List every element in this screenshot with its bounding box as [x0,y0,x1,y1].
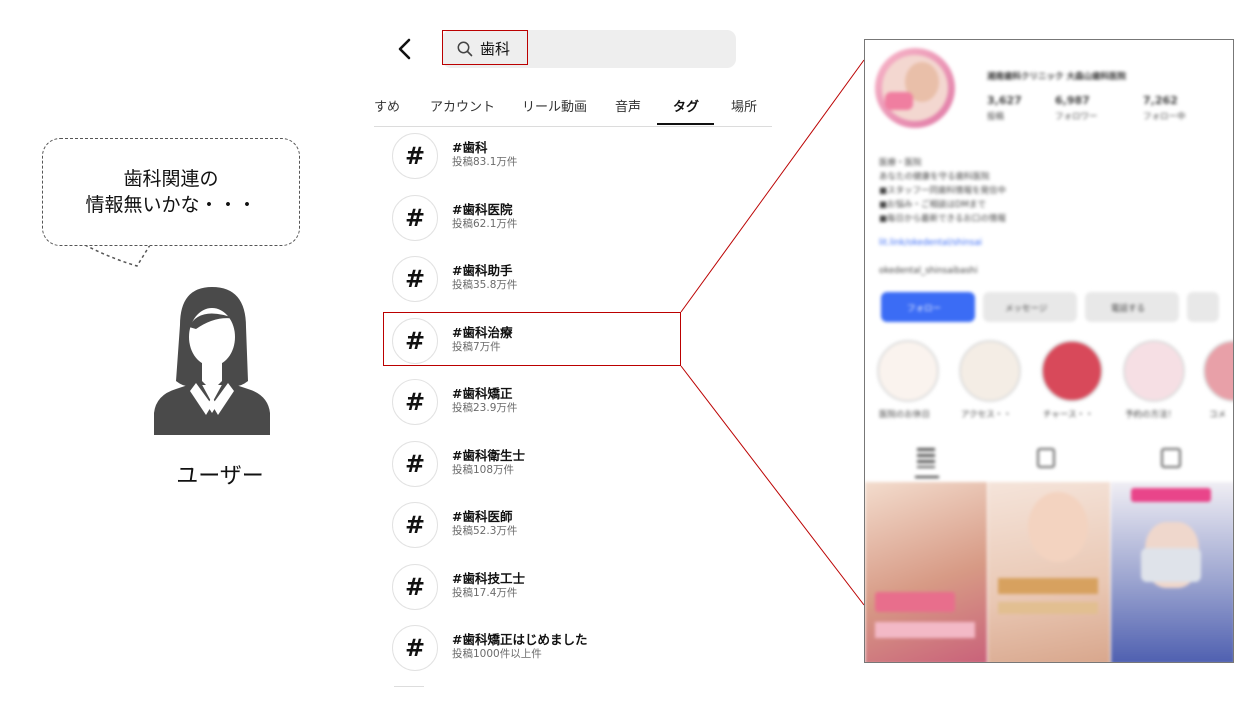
hashtag-icon: # [392,625,438,671]
add-person-icon [1187,292,1219,322]
bubble-text-line1: 歯科関連の [123,168,219,190]
tab-places[interactable]: 場所 [731,96,757,115]
tab-audio[interactable]: 音声 [615,96,641,115]
hashtag-icon: # [392,441,438,487]
profile-bio-line: 医療・医院 [879,158,922,168]
post-thumbnail [988,482,1110,662]
tag-result-row[interactable]: # #歯科技工士 投稿17.4万件 [390,558,770,618]
user-label: ユーザー [176,464,264,489]
story-highlight-label: コメ [1209,410,1227,420]
tag-result-row[interactable]: # #歯科衛生士 投稿108万件 [390,435,770,495]
tag-result-row[interactable]: # #歯科助手 投稿35.8万件 [390,250,770,310]
hashtag-icon: # [392,379,438,425]
profile-bio-line: ■お悩み・ご相談はDMまで [879,200,986,210]
tag-post-count: 投稿83.1万件 [452,156,518,168]
profile-preview-panel: 湘南歯科クリニック 大森山歯科医院 3,627 投稿 6,987 フォロワー 7… [864,39,1234,663]
profile-stat-label: フォロー中 [1143,112,1186,122]
profile-stat-value: 6,987 [1055,94,1090,107]
hashtag-icon: # [392,564,438,610]
profile-bio-line: ■スタッフ一同歯科情報を発信中 [879,186,1007,196]
tag-post-count: 投稿1000件以上件 [452,648,542,660]
tag-result-row[interactable]: # #歯科矯正はじめました 投稿1000件以上件 [390,619,770,679]
back-arrow-icon[interactable] [390,34,420,64]
tag-result-row[interactable]: # #歯科医師 投稿52.3万件 [390,496,770,556]
tagged-tab-icon [1161,448,1181,468]
story-highlight-label: 予約の方法！ [1125,410,1177,420]
story-highlight-label: アクセス・・ [961,410,1012,420]
profile-bio-line: ■毎日から最新できるお口の情報 [879,214,1006,224]
grid-tab-icon [917,448,935,468]
story-highlight [959,340,1021,402]
search-query-text: 歯科 [480,40,511,58]
profile-bio-line: あなたの健康を守る歯科医院 [879,172,990,182]
tab-tags[interactable]: タグ [673,96,699,115]
tag-post-count: 投稿62.1万件 [452,218,518,230]
selected-tag-highlight-box [383,312,681,366]
call-button-label: 電話する [1111,304,1146,314]
story-highlight [1041,340,1103,402]
tab-reels[interactable]: リール動画 [522,96,587,115]
tag-post-count: 投稿23.9万件 [452,402,518,414]
active-tab-indicator [657,123,714,125]
search-result-tabs: すめ アカウント リール動画 音声 タグ 場所 [374,88,772,127]
profile-stat-label: 投稿 [987,112,1005,122]
tag-post-count: 投稿35.8万件 [452,279,518,291]
list-divider [394,686,424,687]
story-highlight [1123,340,1185,402]
follow-button-label: フォロー [907,304,942,314]
story-highlight [1203,340,1233,402]
bubble-text-line2: 情報無いかな・・・ [85,194,257,216]
tab-recommended[interactable]: すめ [374,96,400,115]
follow-button: フォロー [881,292,975,322]
story-highlight-label: チャース・・ [1043,410,1094,420]
profile-threads-handle: okedental_shinsaibashi [879,266,978,276]
speech-bubble: 歯科関連の 情報無いかな・・・ [42,138,300,246]
call-button: 電話する [1085,292,1179,322]
tag-post-count: 投稿17.4万件 [452,587,518,599]
profile-name: 湘南歯科クリニック 大森山歯科医院 [987,72,1126,82]
grid-tab-underline [915,476,939,478]
story-highlight-label: 医院のお休日 [879,410,931,420]
post-thumbnail [1111,482,1233,662]
profile-avatar [875,48,955,128]
profile-stat-label: フォロワー [1055,112,1098,122]
hashtag-icon: # [392,502,438,548]
tag-result-row[interactable]: # #歯科 投稿83.1万件 [390,127,770,187]
tag-result-row[interactable]: # #歯科医院 投稿62.1万件 [390,189,770,249]
hashtag-icon: # [392,256,438,302]
hashtag-icon: # [392,133,438,179]
tab-accounts[interactable]: アカウント [430,96,495,115]
user-avatar-icon [154,287,270,435]
hashtag-icon: # [392,195,438,241]
tag-post-count: 投稿52.3万件 [452,525,518,537]
tag-post-count: 投稿108万件 [452,464,515,476]
profile-stat-value: 3,627 [987,94,1022,107]
message-button-label: メッセージ [1005,304,1048,314]
profile-link: lit.link/okedental/shinsai [879,238,983,248]
profile-stat-value: 7,262 [1143,94,1178,107]
reels-tab-icon [1037,448,1055,468]
tag-result-row[interactable]: # #歯科矯正 投稿23.9万件 [390,373,770,433]
post-thumbnail [865,482,987,662]
search-icon [457,41,473,57]
story-highlight [877,340,939,402]
message-button: メッセージ [983,292,1077,322]
